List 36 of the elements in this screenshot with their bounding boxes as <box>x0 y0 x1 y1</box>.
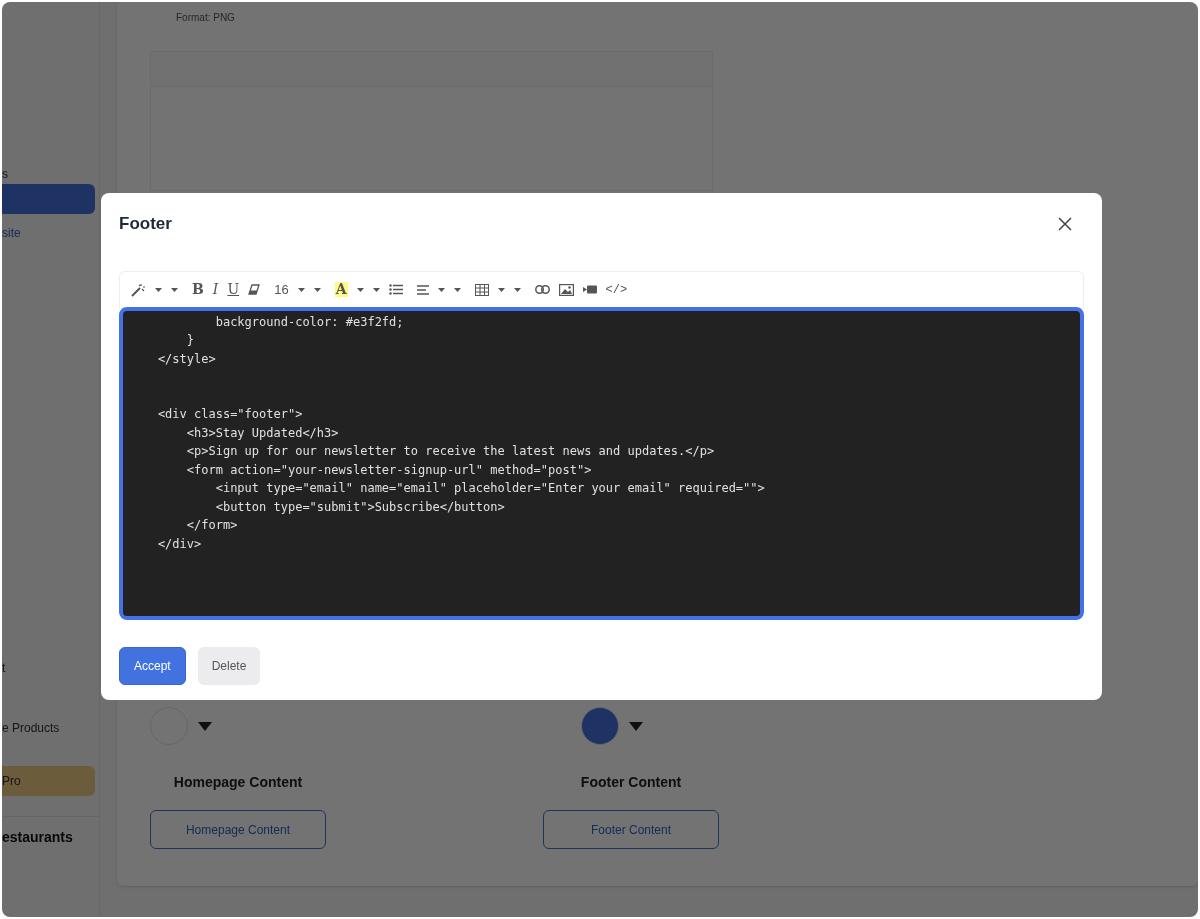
table-icon[interactable] <box>474 283 489 296</box>
modal-title: Footer <box>119 213 172 235</box>
video-icon[interactable] <box>582 285 597 294</box>
link-icon[interactable] <box>534 285 550 294</box>
section-label: Footer Content <box>579 773 683 792</box>
sidebar-link[interactable]: site <box>2 224 99 242</box>
magic-wand-icon[interactable] <box>130 282 146 297</box>
section-label: Homepage Content <box>172 773 304 792</box>
caret-icon[interactable] <box>198 721 212 731</box>
sidebar-item[interactable]: s <box>2 166 95 182</box>
sidebar-item[interactable]: e Products <box>2 720 95 736</box>
accept-button[interactable]: Accept <box>119 646 186 685</box>
bold-button[interactable]: B <box>192 279 204 300</box>
italic-button[interactable]: I <box>212 279 219 300</box>
delete-button[interactable]: Delete <box>197 646 261 685</box>
image-icon[interactable] <box>558 283 574 296</box>
code-editor[interactable] <box>119 306 1084 620</box>
caret-icon[interactable] <box>155 287 162 292</box>
sidebar-item[interactable]: t <box>2 660 95 676</box>
eraser-icon[interactable] <box>248 284 261 295</box>
font-size-button[interactable]: 16 <box>274 279 289 300</box>
content-button[interactable]: Homepage Content <box>150 810 326 849</box>
code-text: background-color: #e3f2fd; } </style> <div class="footer"> <h3>Stay Updated</h3> <p>Sign up for our newsletter to receive the latest news and updates.</p> <form action="your-newsletter-signup-url" method="post"> <input type="email" name="email" placeholder="Enter your email" required=""> <button type="submit">Subscribe</button> </form> </div> <box>156 313 766 553</box>
list-icon[interactable] <box>388 284 403 295</box>
sidebar-heading: estaurants <box>2 816 99 847</box>
sidebar-item[interactable]: Pro <box>2 766 95 796</box>
code-view-button[interactable]: </> <box>605 280 628 299</box>
underline-button[interactable]: U <box>227 279 240 300</box>
content-button[interactable]: Footer Content <box>543 810 719 849</box>
caret-icon[interactable] <box>171 287 178 292</box>
align-icon[interactable] <box>416 284 429 295</box>
format-text: Format: PNG <box>176 11 236 25</box>
color-swatch[interactable] <box>581 707 619 745</box>
caret-icon[interactable] <box>629 721 643 731</box>
close-icon[interactable] <box>1058 216 1072 231</box>
highlight-button[interactable]: A <box>334 282 348 297</box>
